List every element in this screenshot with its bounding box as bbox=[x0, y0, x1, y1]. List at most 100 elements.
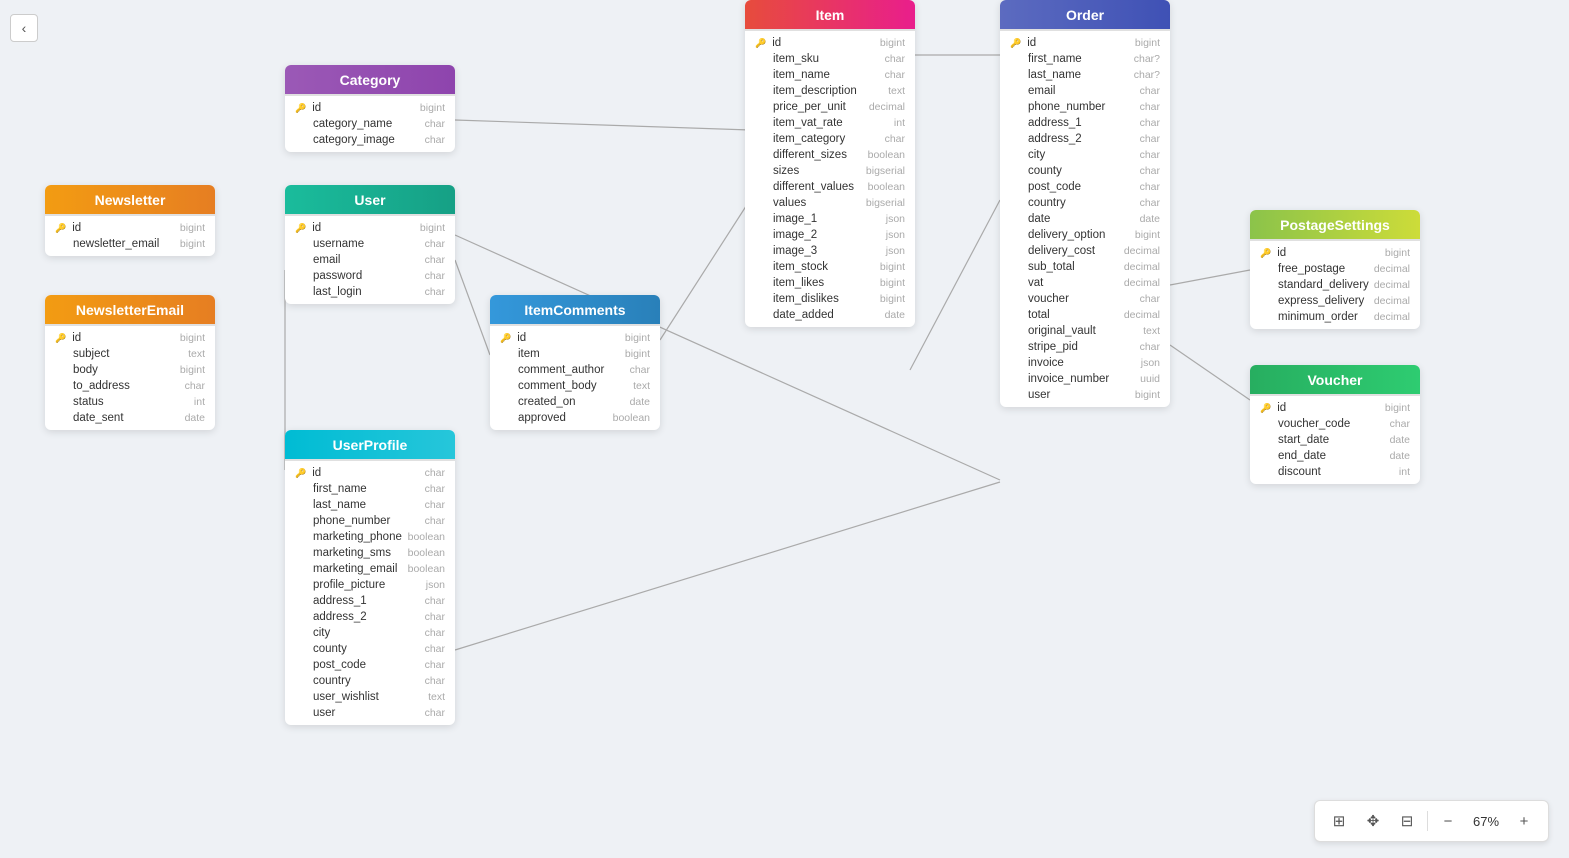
field-name: comment_body bbox=[518, 380, 629, 392]
field-type: char bbox=[425, 134, 445, 146]
table-row: marketing_smsboolean bbox=[285, 545, 455, 561]
pk-icon: 🔑 bbox=[295, 223, 306, 234]
table-row: date_sentdate bbox=[45, 410, 215, 426]
field-type: char bbox=[425, 118, 445, 130]
field-name: created_on bbox=[518, 396, 626, 408]
table-postage_settings: PostageSettings🔑idbigintfree_postagedeci… bbox=[1250, 210, 1420, 329]
field-name: item_description bbox=[773, 85, 884, 97]
field-type: boolean bbox=[408, 563, 445, 575]
table-row: invoicejson bbox=[1000, 355, 1170, 371]
field-type: date bbox=[1390, 434, 1410, 446]
field-name: price_per_unit bbox=[773, 101, 865, 113]
table-row: sizes bigserial bbox=[745, 163, 915, 179]
field-name: stripe_pid bbox=[1028, 341, 1136, 353]
table-row: last_namechar? bbox=[1000, 67, 1170, 83]
field-type: char bbox=[425, 515, 445, 527]
field-type: boolean bbox=[613, 412, 650, 424]
field-type: bigint bbox=[180, 222, 205, 234]
back-button[interactable]: ‹ bbox=[10, 14, 38, 42]
field-type: char bbox=[185, 380, 205, 392]
table-header-newsletter_email: NewsletterEmail bbox=[45, 295, 215, 326]
field-name: id bbox=[1277, 402, 1381, 414]
table-category: Category🔑idbigintcategory_namecharcatego… bbox=[285, 65, 455, 152]
field-name: marketing_phone bbox=[313, 531, 404, 543]
table-row: stripe_pidchar bbox=[1000, 339, 1170, 355]
table-row: address_2char bbox=[285, 609, 455, 625]
field-type: char? bbox=[1134, 69, 1160, 81]
field-name: subject bbox=[73, 348, 184, 360]
field-name: password bbox=[313, 270, 421, 282]
field-name: id bbox=[72, 222, 176, 234]
table-row: delivery_costdecimal bbox=[1000, 243, 1170, 259]
table-row: standard_deliverydecimal bbox=[1250, 277, 1420, 293]
field-type: char bbox=[1140, 133, 1160, 145]
field-type: char bbox=[885, 53, 905, 65]
pk-icon: 🔑 bbox=[295, 103, 306, 114]
field-type: uuid bbox=[1140, 373, 1160, 385]
table-row: bodybigint bbox=[45, 362, 215, 378]
zoom-in-btn[interactable]: + bbox=[1510, 807, 1538, 835]
table-row: invoice_number uuid bbox=[1000, 371, 1170, 387]
field-type: json bbox=[426, 579, 445, 591]
table-row: address_2char bbox=[1000, 131, 1170, 147]
field-name: category_name bbox=[313, 118, 421, 130]
table-row: address_1char bbox=[285, 593, 455, 609]
field-name: id bbox=[312, 102, 416, 114]
table-row: emailchar bbox=[1000, 83, 1170, 99]
field-name: sizes bbox=[773, 165, 862, 177]
field-type: char bbox=[425, 659, 445, 671]
field-type: bigserial bbox=[866, 165, 905, 177]
field-name: id bbox=[1027, 37, 1131, 49]
field-name: address_1 bbox=[313, 595, 421, 607]
pk-icon: 🔑 bbox=[1260, 248, 1271, 259]
field-type: bigint bbox=[1135, 37, 1160, 49]
field-name: phone_number bbox=[313, 515, 421, 527]
field-name: standard_delivery bbox=[1278, 279, 1370, 291]
table-row: item_vat_rateint bbox=[745, 115, 915, 131]
field-type: date bbox=[1390, 450, 1410, 462]
field-type: date bbox=[1140, 213, 1160, 225]
field-name: delivery_option bbox=[1028, 229, 1131, 241]
table-row: itembigint bbox=[490, 346, 660, 362]
field-type: char bbox=[425, 254, 445, 266]
table-row: last_namechar bbox=[285, 497, 455, 513]
field-name: username bbox=[313, 238, 421, 250]
field-type: decimal bbox=[1124, 261, 1160, 273]
field-name: user_wishlist bbox=[313, 691, 424, 703]
zoom-out-btn[interactable]: − bbox=[1434, 807, 1462, 835]
field-type: boolean bbox=[868, 149, 905, 161]
table-row: first_namechar? bbox=[1000, 51, 1170, 67]
field-name: item_likes bbox=[773, 277, 876, 289]
field-name: item_name bbox=[773, 69, 881, 81]
table-row: item_likesbigint bbox=[745, 275, 915, 291]
table-row: phone_numberchar bbox=[1000, 99, 1170, 115]
table-row: datedate bbox=[1000, 211, 1170, 227]
field-type: char bbox=[885, 69, 905, 81]
table-header-voucher: Voucher bbox=[1250, 365, 1420, 396]
pk-icon: 🔑 bbox=[1010, 38, 1021, 49]
table-row: passwordchar bbox=[285, 268, 455, 284]
table-row: category_imagechar bbox=[285, 132, 455, 148]
field-name: express_delivery bbox=[1278, 295, 1370, 307]
table-row: country char bbox=[1000, 195, 1170, 211]
layout-btn[interactable]: ⊞ bbox=[1325, 807, 1353, 835]
table-row: item_name char bbox=[745, 67, 915, 83]
field-name: country bbox=[1028, 197, 1136, 209]
field-name: free_postage bbox=[1278, 263, 1370, 275]
grid-btn[interactable]: ⊟ bbox=[1393, 807, 1421, 835]
field-type: char bbox=[1140, 197, 1160, 209]
field-type: int bbox=[194, 396, 205, 408]
field-name: id bbox=[72, 332, 176, 344]
table-row: userchar bbox=[285, 705, 455, 721]
table-row: item_stockbigint bbox=[745, 259, 915, 275]
table-item_comments: ItemComments🔑idbigintitembigintcomment_a… bbox=[490, 295, 660, 430]
table-row: 🔑idbigint bbox=[45, 330, 215, 346]
field-name: minimum_order bbox=[1278, 311, 1370, 323]
table-row: last_loginchar bbox=[285, 284, 455, 300]
field-name: first_name bbox=[1028, 53, 1130, 65]
field-name: address_1 bbox=[1028, 117, 1136, 129]
field-type: char bbox=[1140, 101, 1160, 113]
pan-btn[interactable]: ✥ bbox=[1359, 807, 1387, 835]
field-name: invoice_number bbox=[1028, 373, 1136, 385]
table-row: discountint bbox=[1250, 464, 1420, 480]
